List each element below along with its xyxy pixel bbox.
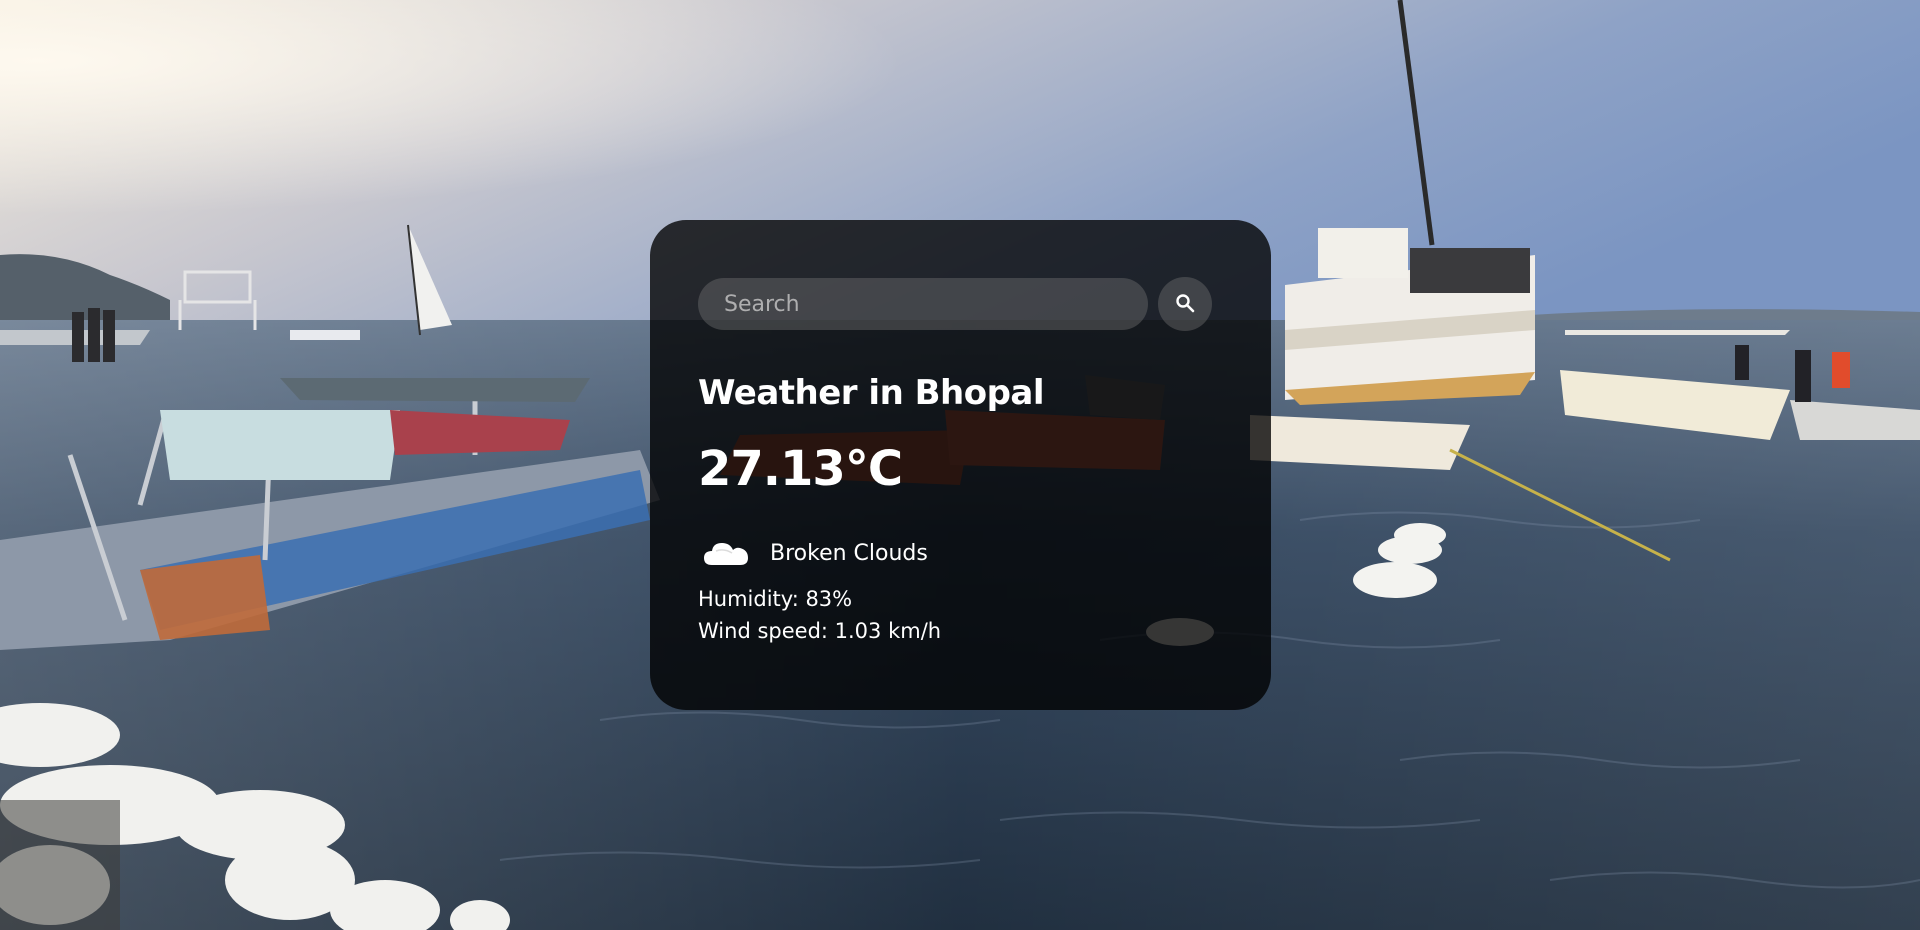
search-icon — [1175, 293, 1195, 316]
search-input[interactable] — [698, 278, 1148, 330]
weather-description: Broken Clouds — [770, 540, 928, 566]
search-bar — [698, 277, 1223, 331]
cloud-icon — [698, 533, 754, 573]
temperature-value: 27.13°C — [698, 441, 903, 497]
wind-speed-text: Wind speed: 1.03 km/h — [698, 619, 942, 643]
search-button[interactable] — [1158, 277, 1212, 331]
condition-row: Broken Clouds — [698, 533, 1223, 573]
city-heading: Weather in Bhopal — [698, 373, 1045, 413]
weather-stats: Humidity: 83% Wind speed: 1.03 km/h — [698, 583, 1223, 647]
humidity-text: Humidity: 83% — [698, 587, 853, 611]
weather-card: Weather in Bhopal 27.13°C Broken Clouds … — [650, 220, 1271, 710]
